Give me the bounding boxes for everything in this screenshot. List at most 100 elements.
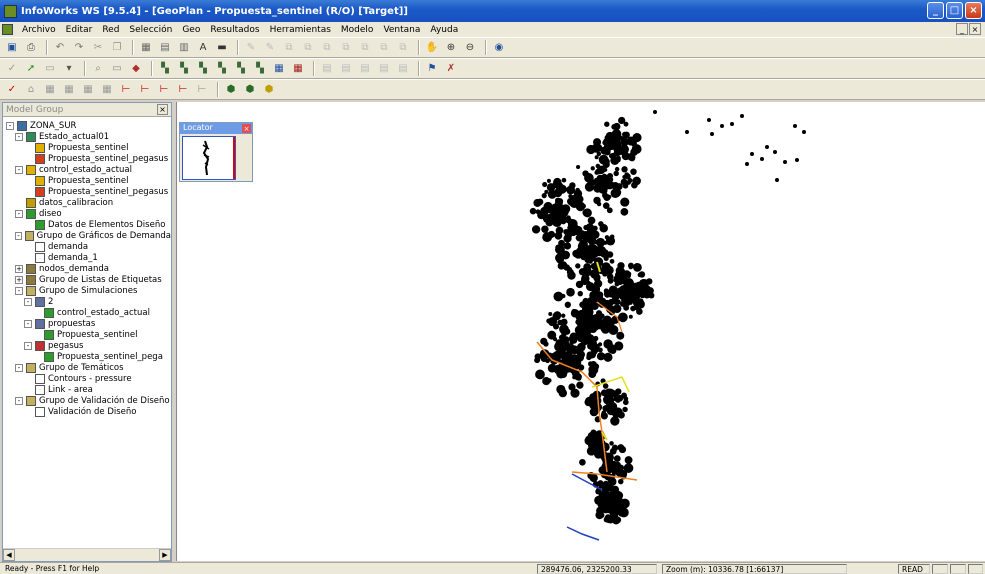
grid-icon[interactable]: ▦ — [80, 82, 96, 98]
tree-item[interactable]: + nodos_demanda — [3, 263, 171, 274]
collapse-icon[interactable]: - — [15, 396, 23, 405]
graph-icon[interactable]: ▚ — [233, 61, 249, 77]
tree-item[interactable]: - Grupo de Simulaciones — [3, 285, 171, 296]
menu-ayuda[interactable]: Ayuda — [425, 25, 463, 35]
palette-icon[interactable]: ◆ — [128, 61, 144, 77]
arrow-icon[interactable]: ➚ — [23, 61, 39, 77]
graph-icon[interactable]: ▚ — [252, 61, 268, 77]
tool-icon[interactable]: ⧉ — [376, 40, 392, 56]
menu-seleccion[interactable]: Selección — [124, 25, 177, 35]
text-icon[interactable]: A — [195, 40, 211, 56]
redo-icon[interactable]: ↷ — [71, 40, 87, 56]
table-icon[interactable]: ▦ — [290, 61, 306, 77]
tool-icon[interactable]: ✎ — [243, 40, 259, 56]
tree-item[interactable]: - diseo — [3, 208, 171, 219]
menu-herramientas[interactable]: Herramientas — [265, 25, 336, 35]
grid-icon[interactable]: ▤ — [357, 61, 373, 77]
grid-icon[interactable]: ▤ — [376, 61, 392, 77]
field-icon[interactable]: ▭ — [42, 61, 58, 77]
link-icon[interactable]: ⊢ — [194, 82, 210, 98]
grid-icon[interactable]: ▤ — [319, 61, 335, 77]
scroll-left-icon[interactable]: ◀ — [3, 549, 15, 561]
grid-icon[interactable]: ▦ — [138, 40, 154, 56]
link-icon[interactable]: ⊢ — [156, 82, 172, 98]
menu-archivo[interactable]: Archivo — [17, 25, 61, 35]
expand-icon[interactable]: + — [15, 275, 23, 284]
chart-icon[interactable]: ▦ — [271, 61, 287, 77]
tree-item[interactable]: Datos de Elementos Diseño — [3, 219, 171, 230]
print-icon[interactable]: ⎙ — [23, 40, 39, 56]
tree-item[interactable]: Propuesta_sentinel_pega — [3, 351, 171, 362]
query-icon[interactable]: ⌕ — [90, 61, 106, 77]
dropdown-icon[interactable]: ▾ — [61, 61, 77, 77]
grid-icon[interactable]: ▦ — [61, 82, 77, 98]
collapse-icon[interactable]: - — [24, 297, 32, 306]
zoom-out-icon[interactable]: ⊖ — [462, 40, 478, 56]
tree-item[interactable]: datos_calibracion — [3, 197, 171, 208]
network-map[interactable] — [177, 102, 985, 561]
menu-geo[interactable]: Geo — [177, 25, 205, 35]
locator-window[interactable]: Locator × — [179, 122, 253, 182]
polygon-icon[interactable]: ⌂ — [23, 82, 39, 98]
tool-icon[interactable]: ⧉ — [319, 40, 335, 56]
tool-icon[interactable]: ⧉ — [300, 40, 316, 56]
link-icon[interactable]: ⊢ — [118, 82, 134, 98]
locator-view[interactable] — [182, 136, 236, 180]
tree-item[interactable]: demanda — [3, 241, 171, 252]
tree-item[interactable]: Propuesta_sentinel_pegasus — [3, 153, 171, 164]
mdi-minimize-button[interactable]: _ — [956, 23, 968, 35]
tree-item[interactable]: Propuesta_sentinel_pegasus — [3, 186, 171, 197]
cut-icon[interactable]: ✂ — [90, 40, 106, 56]
tree-item[interactable]: Validación de Diseño — [3, 406, 171, 417]
globe-icon[interactable]: ◉ — [491, 40, 507, 56]
save-icon[interactable]: ▣ — [4, 40, 20, 56]
check-icon[interactable]: ✓ — [4, 61, 20, 77]
tree-item[interactable]: demanda_1 — [3, 252, 171, 263]
link-icon[interactable]: ⊢ — [137, 82, 153, 98]
tree-item[interactable]: Link - area — [3, 384, 171, 395]
tree-item[interactable]: - control_estado_actual — [3, 164, 171, 175]
graph-icon[interactable]: ▚ — [176, 61, 192, 77]
tree-item[interactable]: Propuesta_sentinel — [3, 175, 171, 186]
tree-item[interactable]: - Grupo de Temáticos — [3, 362, 171, 373]
grid-icon[interactable]: ▤ — [338, 61, 354, 77]
tool-icon[interactable]: ⧉ — [281, 40, 297, 56]
tree-item[interactable]: - Grupo de Validación de Diseño — [3, 395, 171, 406]
link-icon[interactable]: ⊢ — [175, 82, 191, 98]
menu-red[interactable]: Red — [97, 25, 124, 35]
chart-icon[interactable]: ▥ — [176, 40, 192, 56]
tool-icon[interactable]: ⧉ — [357, 40, 373, 56]
title-bar[interactable]: InfoWorks WS [9.5.4] - [GeoPlan - Propue… — [0, 0, 985, 22]
horizontal-scrollbar[interactable]: ◀ ▶ — [3, 548, 171, 561]
tool-icon[interactable]: ⧉ — [338, 40, 354, 56]
menu-ventana[interactable]: Ventana — [378, 25, 425, 35]
zoom-in-icon[interactable]: ⊕ — [443, 40, 459, 56]
scroll-right-icon[interactable]: ▶ — [159, 549, 171, 561]
collapse-icon[interactable]: - — [24, 319, 32, 328]
grid-icon[interactable]: ▦ — [42, 82, 58, 98]
tree-item[interactable]: - Grupo de Gráficos de Demanda — [3, 230, 171, 241]
layer-icon[interactable]: ▭ — [109, 61, 125, 77]
copy-icon[interactable]: ❐ — [109, 40, 125, 56]
validate-icon[interactable]: ✗ — [443, 61, 459, 77]
tree-item[interactable]: + Grupo de Listas de Etiquetas — [3, 274, 171, 285]
valve-icon[interactable]: ⬢ — [261, 82, 277, 98]
menu-editar[interactable]: Editar — [61, 25, 98, 35]
locator-title-bar[interactable]: Locator × — [180, 123, 252, 134]
graph-icon[interactable]: ▚ — [157, 61, 173, 77]
graph-icon[interactable]: ▚ — [195, 61, 211, 77]
check-icon[interactable]: ✓ — [4, 82, 20, 98]
tree-item[interactable]: control_estado_actual — [3, 307, 171, 318]
minimize-button[interactable]: _ — [927, 2, 944, 19]
menu-resultados[interactable]: Resultados — [205, 25, 264, 35]
dash-icon[interactable]: ▬ — [214, 40, 230, 56]
expand-icon[interactable]: + — [15, 264, 23, 273]
collapse-icon[interactable]: - — [15, 231, 22, 240]
collapse-icon[interactable]: - — [15, 286, 23, 295]
tree-item[interactable]: - pegasus — [3, 340, 171, 351]
tool-icon[interactable]: ✎ — [262, 40, 278, 56]
table-icon[interactable]: ▤ — [157, 40, 173, 56]
tool-icon[interactable]: ⧉ — [395, 40, 411, 56]
pump-icon[interactable]: ⬢ — [242, 82, 258, 98]
tree-item[interactable]: - Estado_actual01 — [3, 131, 171, 142]
